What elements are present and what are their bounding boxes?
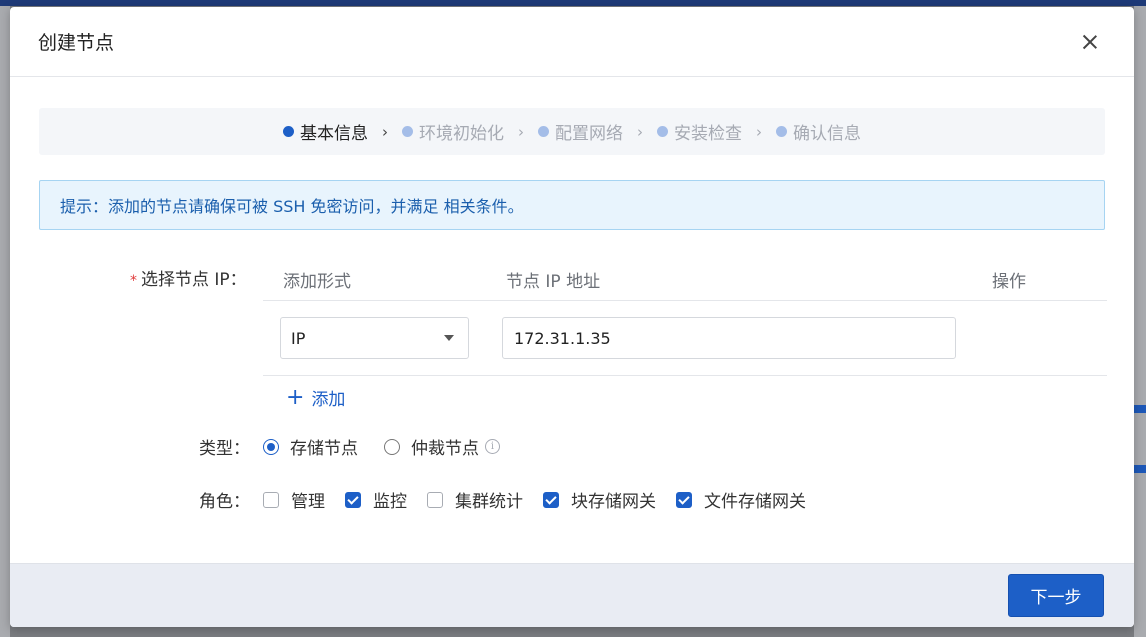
checkbox-monitor[interactable]: 监控: [345, 487, 407, 512]
add-row-button[interactable]: + 添加: [286, 385, 345, 410]
info-alert: 提示：添加的节点请确保可被 SSH 免密访问，并满足 相关条件。: [39, 180, 1105, 230]
checkbox[interactable]: [543, 491, 559, 508]
step-separator-icon: ›: [637, 122, 643, 141]
checkbox[interactable]: [263, 491, 279, 508]
step-label: 安装检查: [674, 124, 742, 144]
step-label: 基本信息: [300, 124, 368, 144]
radio-storage-node[interactable]: 存储节点: [263, 434, 358, 459]
step-separator-icon: ›: [382, 122, 388, 141]
radio-button[interactable]: [384, 438, 400, 455]
chevron-down-icon: [444, 335, 454, 341]
ip-input[interactable]: [502, 317, 956, 359]
role-checkbox-group: 管理 监控 集群统计 块存储网关 文件存储网关: [263, 487, 826, 512]
radio-arbiter-node[interactable]: 仲裁节点 i: [384, 434, 500, 459]
type-radio-group: 存储节点 仲裁节点 i: [263, 434, 526, 459]
mode-select-value: IP: [291, 328, 306, 348]
checkbox[interactable]: [345, 491, 361, 508]
required-mark: *: [130, 273, 137, 289]
checkbox-label: 监控: [373, 492, 407, 512]
dialog-header: 创建节点: [10, 7, 1134, 77]
checkbox-management[interactable]: 管理: [263, 487, 325, 512]
plus-icon: +: [286, 384, 305, 410]
ip-label-text: 选择节点 IP：: [141, 270, 247, 290]
dialog-title: 创建节点: [38, 32, 115, 54]
alert-text: 提示：添加的节点请确保可被 SSH 免密访问，并满足 相关条件。: [60, 197, 524, 216]
mode-select[interactable]: IP: [280, 317, 469, 359]
background-left-strip: [0, 6, 10, 637]
step-network-config: 配置网络: [538, 119, 623, 144]
radio-button[interactable]: [263, 438, 279, 455]
background-mark: [1134, 405, 1146, 413]
checkbox-label: 管理: [291, 492, 325, 512]
background-right-strip: [1134, 6, 1146, 637]
checkbox-cluster-stats[interactable]: 集群统计: [427, 487, 523, 512]
step-dot: [538, 126, 549, 137]
background-mark: [1134, 465, 1146, 473]
radio-label: 仲裁节点: [411, 439, 479, 459]
checkbox-label: 块存储网关: [571, 492, 656, 512]
checkbox[interactable]: [427, 491, 443, 508]
header-mode: 添加形式: [283, 272, 351, 292]
ip-table: 添加形式 节点 IP 地址 操作 IP: [263, 257, 1107, 376]
add-label: 添加: [311, 390, 346, 410]
checkbox-label: 集群统计: [455, 492, 523, 512]
background-topbar: [0, 0, 1146, 6]
info-icon[interactable]: i: [485, 439, 500, 454]
table-header: 添加形式 节点 IP 地址 操作: [263, 257, 1107, 301]
checkbox[interactable]: [676, 491, 692, 508]
step-confirm-info: 确认信息: [776, 119, 861, 144]
header-ip: 节点 IP 地址: [506, 272, 601, 292]
step-basic-info: 基本信息: [283, 119, 368, 144]
step-indicator: 基本信息 › 环境初始化 › 配置网络 › 安装检查 › 确认信息: [39, 108, 1105, 155]
step-dot: [776, 126, 787, 137]
step-label: 配置网络: [555, 124, 623, 144]
ip-field-label: * 选择节点 IP：: [130, 265, 247, 290]
step-dot: [402, 126, 413, 137]
step-separator-icon: ›: [518, 122, 524, 141]
table-row: IP: [263, 301, 1107, 376]
step-dot: [657, 126, 668, 137]
header-actions: 操作: [992, 272, 1026, 292]
next-step-button[interactable]: 下一步: [1008, 574, 1104, 617]
create-node-dialog: 创建节点 基本信息 › 环境初始化 › 配置网络 › 安装检查 › 确认信息 提…: [10, 7, 1134, 627]
step-dot: [283, 126, 294, 137]
checkbox-block-gateway[interactable]: 块存储网关: [543, 487, 656, 512]
step-label: 环境初始化: [419, 124, 504, 144]
step-label: 确认信息: [793, 124, 861, 144]
step-separator-icon: ›: [756, 122, 762, 141]
role-field-label: 角色：: [199, 492, 250, 512]
type-field-label: 类型：: [199, 439, 250, 459]
close-icon[interactable]: [1080, 32, 1100, 52]
checkbox-label: 文件存储网关: [704, 492, 806, 512]
step-install-check: 安装检查: [657, 119, 742, 144]
radio-label: 存储节点: [290, 439, 358, 459]
checkbox-file-gateway[interactable]: 文件存储网关: [676, 487, 806, 512]
dialog-footer: 下一步: [10, 563, 1134, 627]
step-env-init: 环境初始化: [402, 119, 504, 144]
